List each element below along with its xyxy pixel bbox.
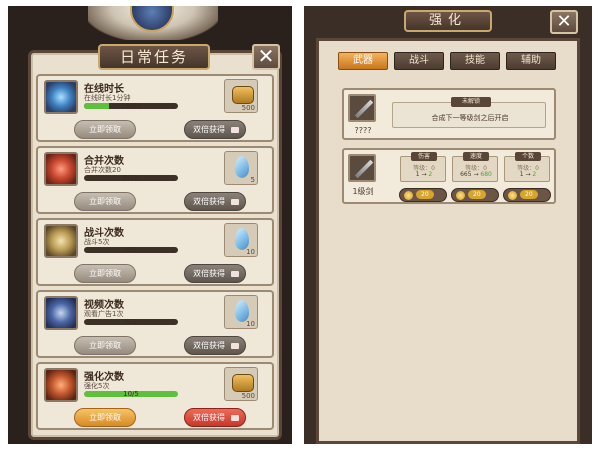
sword-icon	[348, 94, 376, 122]
reward-count: 10	[246, 320, 255, 328]
double-reward-button[interactable]: 双倍获得	[184, 192, 246, 211]
stat-values: 1 → 2	[505, 171, 551, 178]
task-card: 在线时长 在线时长1分钟 16/60 500 立即领取 双倍获得	[36, 74, 274, 142]
tab-weapon[interactable]: 武器	[338, 52, 388, 70]
task-progress-text: 0/20	[123, 174, 139, 182]
cost-value: 20	[468, 190, 486, 199]
reward-slot: 500	[224, 79, 258, 113]
stat-values: 1 → 2	[401, 171, 447, 178]
close-button[interactable]: ✕	[252, 44, 280, 70]
stat-current: 1	[519, 171, 524, 178]
task-card: 战斗次数 战斗5次 0/5 10 立即领取 双倍获得	[36, 218, 274, 286]
upgrade-title: 强化	[404, 10, 492, 32]
claim-button[interactable]: 立即领取	[74, 192, 136, 211]
coin-icon	[508, 191, 517, 200]
task-progress-text: 0/5	[125, 246, 137, 254]
double-reward-label: 双倍获得	[193, 341, 225, 350]
stat-name: 伤害	[411, 152, 437, 161]
steel-helmet-icon	[44, 296, 78, 330]
video-ad-icon	[231, 415, 239, 421]
lock-message-box: 未解锁 合成下一等级剑之后开启	[392, 97, 546, 128]
reward-slot: 5	[224, 151, 258, 185]
stat-next: 680	[480, 171, 492, 178]
task-card: 视频次数 观看广告1次 0/1 10 立即领取 双倍获得	[36, 290, 274, 358]
video-ad-icon	[231, 199, 239, 205]
double-reward-button[interactable]: 双倍获得	[184, 264, 246, 283]
gem-icon	[235, 156, 249, 178]
tab-support[interactable]: 辅助	[506, 52, 556, 70]
fire-armor-icon	[44, 368, 78, 402]
close-button[interactable]: ✕	[550, 10, 578, 34]
cost-value: 20	[416, 190, 434, 199]
gem-icon	[235, 300, 249, 322]
crystal-shield-icon	[44, 80, 78, 114]
treasure-chest-icon	[232, 374, 254, 392]
task-progress-text: 10/5	[123, 390, 139, 398]
task-progress-text: 0/1	[125, 318, 137, 326]
golden-helmet-icon	[44, 224, 78, 258]
task-progress-text: 16/60	[120, 102, 142, 110]
upgrade-cost-button[interactable]: 20	[451, 188, 499, 202]
gem-icon	[235, 228, 249, 250]
double-reward-button[interactable]: 双倍获得	[184, 336, 246, 355]
reward-slot: 10	[224, 223, 258, 257]
claim-button[interactable]: 立即领取	[74, 408, 136, 427]
unlock-hint: 合成下一等级剑之后开启	[431, 114, 509, 122]
cost-value: 20	[520, 190, 538, 199]
double-reward-label: 双倍获得	[193, 269, 225, 278]
daily-tasks-screen: 日常任务 ✕ 在线时长 在线时长1分钟 16/60 500 立即领取 双倍获得 …	[8, 6, 292, 444]
task-card: 合并次数 合并次数20 0/20 5 立即领取 双倍获得	[36, 146, 274, 214]
red-armor-icon	[44, 152, 78, 186]
reward-count: 10	[246, 248, 255, 256]
double-reward-button[interactable]: 双倍获得	[184, 408, 246, 427]
claim-button[interactable]: 立即领取	[74, 120, 136, 139]
reward-count: 500	[241, 104, 255, 112]
task-card: 强化次数 强化5次 10/5 500 立即领取 双倍获得	[36, 362, 274, 430]
stat-current: 665	[460, 171, 472, 178]
coin-icon	[456, 191, 465, 200]
stat-next: 2	[532, 171, 537, 178]
upgrade-screen: 强化 ✕ 武器 战斗 技能 辅助 ???? 未解锁 合成下一等级剑之后开启 1级…	[304, 6, 592, 444]
double-reward-label: 双倍获得	[193, 125, 225, 134]
claim-button[interactable]: 立即领取	[74, 264, 136, 283]
reward-count: 5	[250, 176, 255, 184]
reward-slot: 10	[224, 295, 258, 329]
stat-values: 665 → 680	[453, 171, 499, 178]
stat-name: 速度	[463, 152, 489, 161]
video-ad-icon	[231, 271, 239, 277]
coin-icon	[404, 191, 413, 200]
locked-item-box: ???? 未解锁 合成下一等级剑之后开启	[342, 88, 556, 140]
double-reward-button[interactable]: 双倍获得	[184, 120, 246, 139]
double-reward-label: 双倍获得	[193, 197, 225, 206]
reward-slot: 500	[224, 367, 258, 401]
tab-battle[interactable]: 战斗	[394, 52, 444, 70]
stat-name: 个数	[515, 152, 541, 161]
tab-skill[interactable]: 技能	[450, 52, 500, 70]
stat-card: 伤害 等级：0 1 → 2	[400, 152, 447, 182]
locked-item-name: ????	[354, 126, 372, 135]
reward-count: 500	[241, 392, 255, 400]
locked-badge: 未解锁	[451, 97, 491, 107]
upgrade-cost-button[interactable]: 20	[399, 188, 447, 202]
stat-card: 速度 等级：0 665 → 680	[452, 152, 499, 182]
daily-tasks-title: 日常任务	[98, 44, 210, 70]
sword-upgrade-box: 1级剑 伤害 等级：0 1 → 2 20 速度 等级：0 665 → 680 2…	[342, 148, 556, 204]
video-ad-icon	[231, 127, 239, 133]
stat-current: 1	[415, 171, 420, 178]
treasure-chest-icon	[232, 86, 254, 104]
upgrade-cost-button[interactable]: 20	[503, 188, 551, 202]
double-reward-label: 双倍获得	[193, 413, 225, 422]
video-ad-icon	[231, 343, 239, 349]
sword-icon	[348, 154, 376, 182]
claim-button[interactable]: 立即领取	[74, 336, 136, 355]
sword-level: 1级剑	[352, 187, 374, 196]
stat-next: 2	[428, 171, 433, 178]
stat-card: 个数 等级：0 1 → 2	[504, 152, 551, 182]
